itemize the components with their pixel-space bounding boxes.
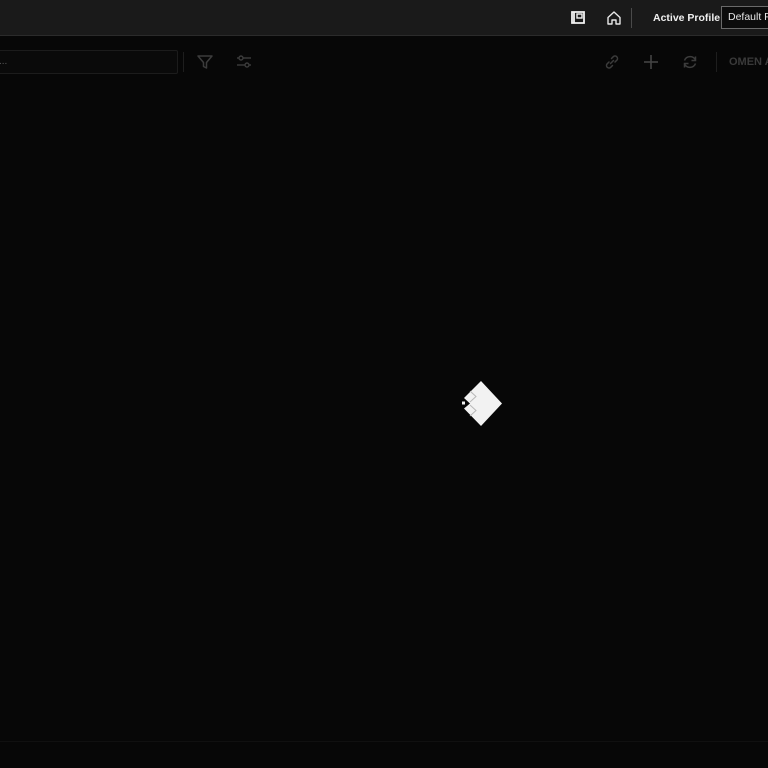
search-input[interactable]: ... <box>0 50 178 74</box>
active-profile-label: Active Profile <box>653 12 721 24</box>
home-icon[interactable] <box>605 9 623 27</box>
omen-diamond-loader-icon <box>459 380 505 428</box>
toolbar: ... <box>0 36 768 88</box>
toolbar-divider <box>183 52 184 72</box>
toolbar-divider <box>716 52 717 72</box>
plus-icon[interactable] <box>642 53 660 71</box>
omen-app-window: Active Profile Default P ... <box>0 0 768 768</box>
title-bar-divider <box>631 8 632 28</box>
refresh-icon[interactable] <box>681 53 699 71</box>
status-bar-border <box>0 741 768 742</box>
library-icon[interactable] <box>569 9 587 27</box>
sliders-icon[interactable] <box>235 53 253 71</box>
omen-label[interactable]: OMEN A <box>729 55 768 69</box>
link-icon[interactable] <box>603 53 621 71</box>
title-bar: Active Profile Default P <box>0 0 768 36</box>
profile-select[interactable]: Default P <box>721 6 768 29</box>
filter-icon[interactable] <box>196 53 214 71</box>
